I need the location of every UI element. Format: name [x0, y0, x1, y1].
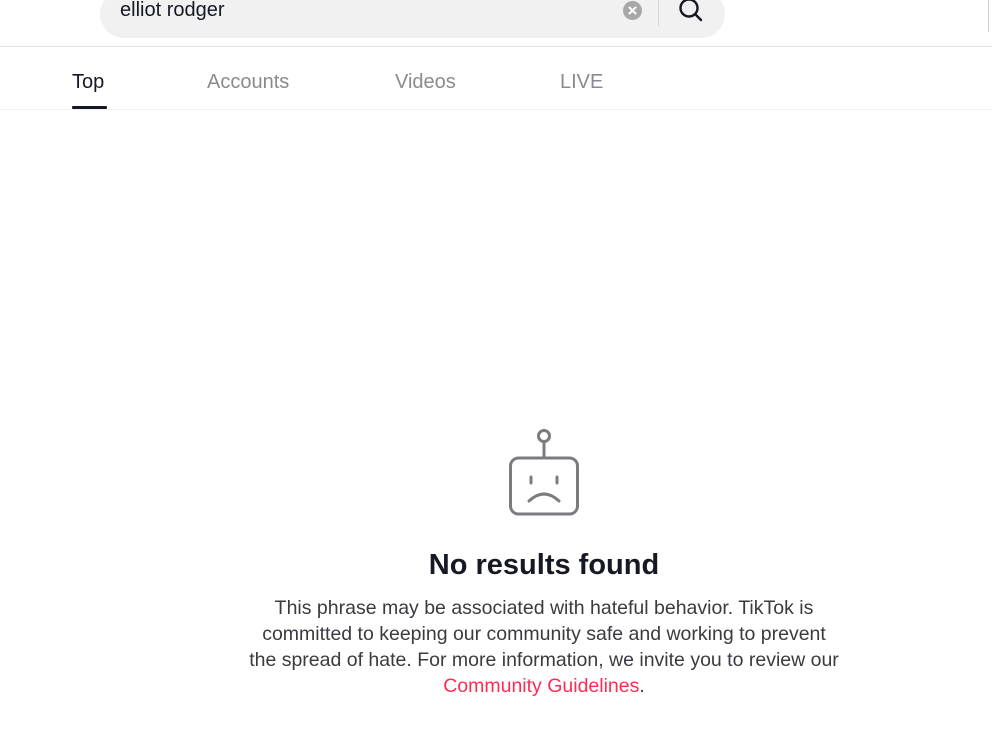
clear-x-circle-icon[interactable]: [623, 1, 642, 20]
search-button[interactable]: [676, 0, 706, 25]
sad-robot-icon: [509, 429, 579, 516]
active-tab-indicator: [72, 106, 107, 109]
no-results-description: This phrase may be associated with hatef…: [246, 595, 842, 699]
tab-live[interactable]: LIVE: [560, 70, 603, 94]
description-text: This phrase may be associated with hatef…: [249, 597, 839, 671]
tab-videos[interactable]: Videos: [395, 70, 456, 94]
description-period: .: [639, 675, 645, 697]
search-tabs: Top Accounts Videos LIVE: [0, 48, 992, 110]
search-results-page: elliot rodger Top Accounts Videos LIVE N…: [0, 0, 992, 743]
no-results-title: No results found: [428, 549, 660, 581]
top-bar: elliot rodger: [0, 0, 992, 47]
tab-accounts[interactable]: Accounts: [207, 70, 289, 94]
search-divider: [658, 0, 659, 26]
right-edge-divider: [988, 0, 992, 32]
search-bar[interactable]: elliot rodger: [100, 0, 725, 38]
search-input[interactable]: elliot rodger: [120, 0, 225, 20]
magnifier-icon: [679, 0, 703, 22]
tab-top[interactable]: Top: [72, 70, 104, 94]
community-guidelines-link[interactable]: Community Guidelines: [443, 675, 639, 697]
